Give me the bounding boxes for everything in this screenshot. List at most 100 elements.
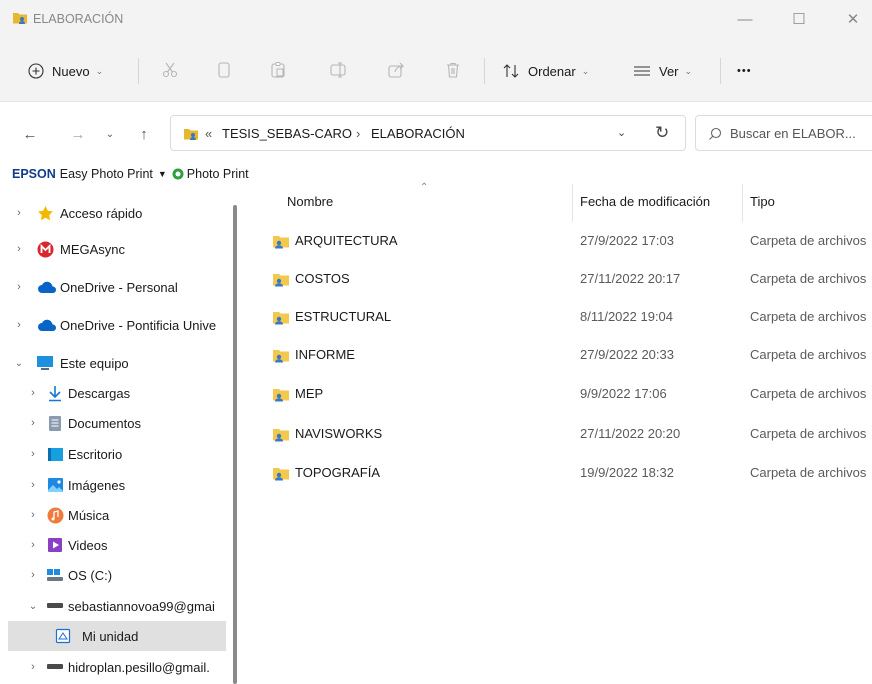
refresh-icon[interactable]: ↻ (655, 123, 669, 143)
title-bar: ELABORACIÓN — ☐ ✕ (0, 0, 872, 38)
sidebar-item-this-pc[interactable]: ⌄ Este equipo (0, 348, 234, 378)
cut-icon[interactable] (157, 57, 183, 83)
sidebar-item-label: Escritorio (68, 446, 123, 462)
address-bar[interactable]: « TESIS_SEBAS-CARO › ELABORACIÓN ⌄ ↻ (170, 115, 686, 151)
command-bar: Nuevo ⌄ Ordenar ⌄ Ver ⌄ ••• (0, 38, 872, 102)
sidebar-item-desktop[interactable]: › Escritorio (0, 439, 234, 469)
epson-app-button[interactable]: Easy Photo Print (60, 167, 153, 181)
shared-folder-icon (273, 468, 289, 481)
file-row[interactable]: NAVISWORKS 27/11/2022 20:20 Carpeta de a… (248, 415, 872, 453)
sidebar-item-music[interactable]: › Música (0, 500, 234, 530)
chevron-right-icon[interactable]: › (14, 319, 24, 331)
sidebar-item-documents[interactable]: › Documentos (0, 408, 234, 438)
chevron-right-icon[interactable]: › (28, 387, 38, 399)
sidebar-item-megasync[interactable]: › MEGAsync (0, 234, 234, 264)
photo-print-button[interactable]: Photo Print (187, 167, 249, 181)
chevron-right-icon[interactable]: › (28, 417, 38, 429)
file-row[interactable]: ESTRUCTURAL 8/11/2022 19:04 Carpeta de a… (248, 298, 872, 336)
sort-button[interactable]: Ordenar ⌄ (502, 60, 589, 82)
sidebar-item-pictures[interactable]: › Imágenes (0, 470, 234, 500)
toolbar-divider (484, 58, 485, 84)
file-name: INFORME (295, 347, 355, 362)
minimize-button[interactable]: — (722, 0, 768, 38)
file-row[interactable]: TOPOGRAFÍA 19/9/2022 18:32 Carpeta de ar… (248, 454, 872, 492)
chevron-right-icon[interactable]: › (28, 661, 38, 673)
chevron-right-icon[interactable]: › (14, 281, 24, 293)
shared-folder-icon (273, 274, 289, 287)
chevron-down-icon[interactable]: ⌄ (14, 358, 24, 369)
sidebar-item-label: Descargas (68, 385, 131, 401)
address-history-chevron-icon[interactable]: ⌄ (617, 126, 626, 139)
sidebar-item-downloads[interactable]: › Descargas (0, 378, 234, 408)
file-row[interactable]: INFORME 27/9/2022 20:33 Carpeta de archi… (248, 336, 872, 374)
chevron-right-icon[interactable]: › (28, 479, 38, 491)
back-arrow-icon[interactable]: ← (18, 122, 42, 146)
chevron-right-icon[interactable]: › (28, 539, 38, 551)
download-icon (46, 384, 64, 402)
recent-locations-chevron-icon[interactable]: ⌄ (98, 122, 122, 146)
chevron-right-icon[interactable]: › (28, 448, 38, 460)
up-arrow-icon[interactable]: ↑ (132, 122, 156, 146)
chevron-right-icon[interactable]: › (14, 243, 24, 255)
delete-icon[interactable] (440, 57, 466, 83)
sidebar-item-label: Acceso rápido (60, 205, 143, 221)
close-button[interactable]: ✕ (830, 0, 872, 38)
network-drive-icon (46, 658, 64, 676)
column-header-name[interactable]: Nombre (287, 194, 333, 209)
sidebar-item-videos[interactable]: › Videos (0, 530, 234, 560)
chevron-right-icon[interactable]: › (28, 569, 38, 581)
sidebar-item-quick-access[interactable]: › Acceso rápido (0, 198, 234, 228)
sidebar-item-label: MEGAsync (60, 241, 126, 257)
view-button[interactable]: Ver ⌄ (633, 60, 692, 82)
sidebar-item-gdrive-hidroplan[interactable]: › hidroplan.pesillo@gmail. (0, 652, 234, 682)
chevron-down-icon: ⌄ (684, 65, 693, 76)
computer-icon (36, 354, 54, 372)
address-row: ← → ⌄ ↑ « TESIS_SEBAS-CARO › ELABORACIÓN… (0, 102, 872, 164)
maximize-button[interactable]: ☐ (776, 0, 822, 38)
new-button[interactable]: Nuevo ⌄ (28, 60, 103, 82)
file-row[interactable]: ARQUITECTURA 27/9/2022 17:03 Carpeta de … (248, 222, 872, 260)
shared-folder-icon (273, 312, 289, 325)
sidebar-item-mi-unidad[interactable]: Mi unidad (8, 621, 226, 651)
navigation-scrollbar[interactable] (233, 205, 237, 684)
search-box[interactable]: Buscar en ELABOR... (695, 115, 872, 151)
rename-icon[interactable] (325, 57, 351, 83)
sidebar-item-label: Documentos (68, 415, 141, 431)
epson-dropdown-icon[interactable]: ▼ (158, 169, 167, 179)
breadcrumb-overflow[interactable]: « (205, 126, 212, 141)
column-divider[interactable] (742, 184, 743, 222)
sidebar-item-onedrive-pontificia[interactable]: › OneDrive - Pontificia Unive (0, 310, 234, 340)
more-options-button[interactable]: ••• (737, 60, 752, 82)
document-icon (46, 414, 64, 432)
file-date: 8/11/2022 19:04 (580, 309, 674, 324)
share-icon[interactable] (383, 57, 409, 83)
file-type: Carpeta de archivos (750, 347, 867, 362)
file-name: NAVISWORKS (295, 426, 383, 441)
epson-toolbar: EPSON Easy Photo Print ▼ Photo Print (0, 164, 872, 184)
sidebar-item-label: Música (68, 507, 110, 523)
file-name: MEP (295, 386, 324, 401)
file-row[interactable]: COSTOS 27/11/2022 20:17 Carpeta de archi… (248, 260, 872, 298)
forward-arrow-icon[interactable]: → (66, 122, 90, 146)
column-header-date[interactable]: Fecha de modificación (580, 194, 710, 209)
chevron-right-icon[interactable]: › (28, 509, 38, 521)
cloud-icon (36, 278, 58, 296)
sidebar-item-gdrive-sebastian[interactable]: ⌄ sebastiannovoa99@gmai (0, 591, 234, 621)
copy-icon[interactable] (211, 57, 237, 83)
breadcrumb-elaboracion[interactable]: ELABORACIÓN (371, 126, 465, 141)
sidebar-item-onedrive-personal[interactable]: › OneDrive - Personal (0, 272, 234, 302)
photo-print-icon (172, 168, 184, 180)
file-row[interactable]: MEP 9/9/2022 17:06 Carpeta de archivos (248, 375, 872, 413)
sidebar-item-label: OS (C:) (68, 567, 113, 583)
file-date: 19/9/2022 18:32 (580, 465, 674, 480)
file-type: Carpeta de archivos (750, 386, 867, 401)
paste-icon[interactable] (265, 57, 291, 83)
chevron-down-icon[interactable]: ⌄ (28, 601, 38, 612)
breadcrumb-tesis[interactable]: TESIS_SEBAS-CARO (222, 126, 352, 141)
music-icon (46, 506, 64, 524)
column-header-type[interactable]: Tipo (750, 194, 775, 209)
sidebar-item-os-drive[interactable]: › OS (C:) (0, 560, 234, 590)
cloud-icon (36, 316, 58, 334)
column-divider[interactable] (572, 184, 573, 222)
chevron-right-icon[interactable]: › (14, 207, 24, 219)
